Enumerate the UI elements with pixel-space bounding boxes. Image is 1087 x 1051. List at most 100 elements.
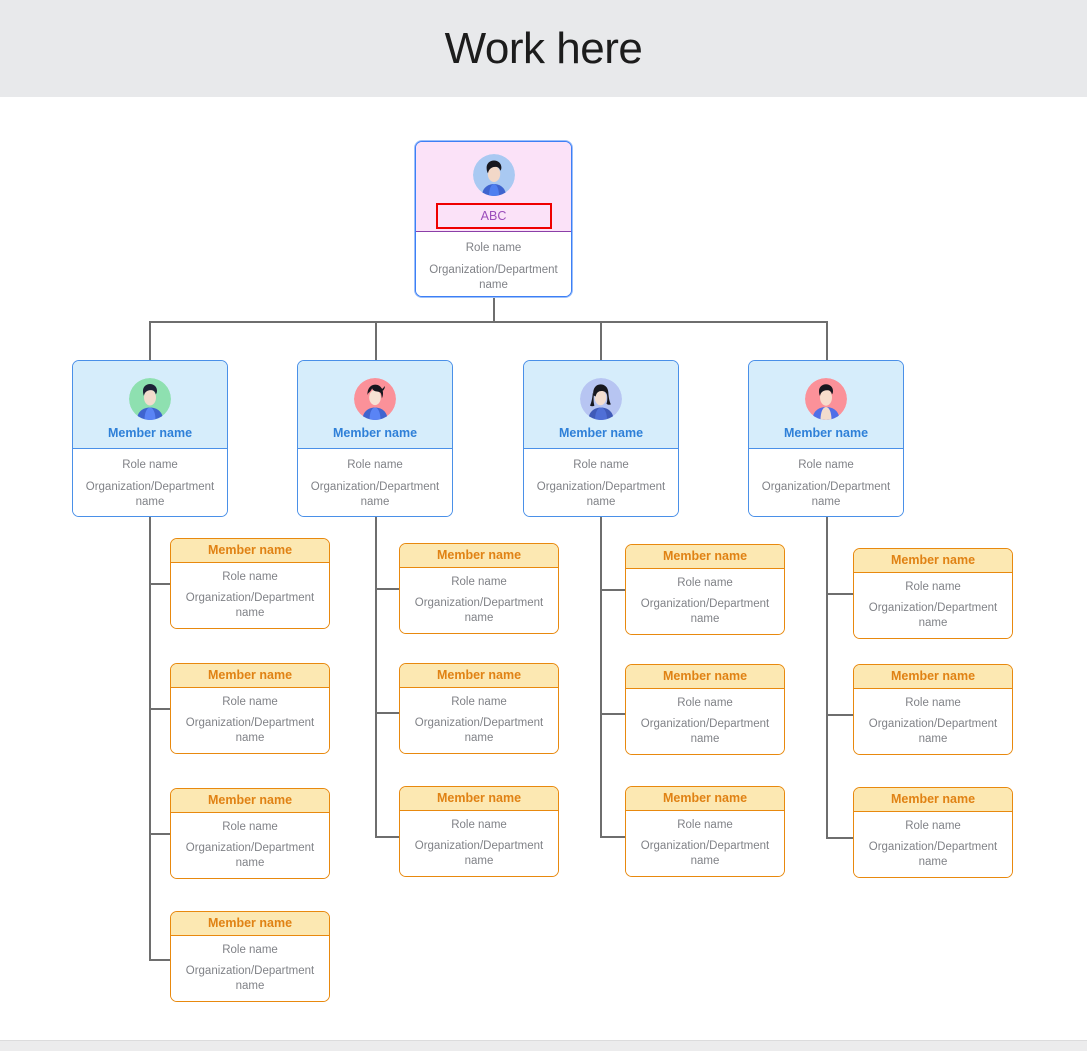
- leaf-node-name: Member name: [207, 916, 293, 930]
- root-name-selection-box[interactable]: ABC: [435, 203, 552, 229]
- leaf-node-header: Member name: [400, 787, 558, 811]
- footer-bar: [0, 1040, 1087, 1051]
- level2-node-org: Organization/Department name: [536, 480, 666, 509]
- leaf-node-header: Member name: [626, 545, 784, 569]
- leaf-node-org: Organization/Department name: [414, 596, 544, 625]
- level2-node-body: Role name Organization/Department name: [524, 449, 678, 516]
- leaf-node-header: Member name: [400, 664, 558, 688]
- leaf-node-body: Role name Organization/Department name: [854, 573, 1012, 638]
- root-node-header: ABC: [416, 142, 571, 232]
- person-avatar-icon: [472, 154, 515, 196]
- org-node-level2-1[interactable]: Member name Role name Organization/Depar…: [72, 360, 228, 517]
- org-node-leaf-col1-1[interactable]: Member name Role name Organization/Depar…: [170, 538, 330, 629]
- person-avatar-icon: [354, 378, 396, 420]
- leaf-node-org: Organization/Department name: [868, 840, 998, 869]
- org-node-root[interactable]: ABC Role name Organization/Department na…: [415, 141, 572, 297]
- org-node-level2-3[interactable]: Member name Role name Organization/Depar…: [523, 360, 679, 517]
- level2-node-name: Member name: [558, 426, 644, 440]
- org-node-leaf-col3-3[interactable]: Member name Role name Organization/Depar…: [625, 786, 785, 877]
- leaf-node-org: Organization/Department name: [640, 717, 770, 746]
- leaf-node-org: Organization/Department name: [185, 964, 315, 993]
- org-chart-canvas[interactable]: ABC Role name Organization/Department na…: [0, 97, 1087, 1040]
- leaf-node-role: Role name: [222, 696, 278, 708]
- leaf-node-body: Role name Organization/Department name: [400, 811, 558, 876]
- leaf-node-role: Role name: [905, 581, 961, 593]
- leaf-node-role: Role name: [677, 577, 733, 589]
- org-node-leaf-col2-2[interactable]: Member name Role name Organization/Depar…: [399, 663, 559, 754]
- leaf-node-name: Member name: [436, 791, 522, 805]
- connector-stub-col2-3: [375, 836, 402, 838]
- leaf-node-org: Organization/Department name: [185, 841, 315, 870]
- leaf-node-name: Member name: [890, 553, 976, 567]
- leaf-node-header: Member name: [171, 789, 329, 813]
- leaf-node-role: Role name: [222, 571, 278, 583]
- org-node-leaf-col3-1[interactable]: Member name Role name Organization/Depar…: [625, 544, 785, 635]
- org-node-leaf-col2-1[interactable]: Member name Role name Organization/Depar…: [399, 543, 559, 634]
- leaf-node-org: Organization/Department name: [868, 717, 998, 746]
- connector-stub-col2-1: [375, 588, 402, 590]
- level2-node-header: Member name: [749, 361, 903, 449]
- org-node-leaf-col1-3[interactable]: Member name Role name Organization/Depar…: [170, 788, 330, 879]
- leaf-node-header: Member name: [854, 665, 1012, 689]
- level2-node-role: Role name: [347, 459, 403, 471]
- leaf-node-role: Role name: [677, 697, 733, 709]
- root-node-org: Organization/Department name: [429, 263, 558, 292]
- leaf-node-name: Member name: [207, 668, 293, 682]
- connector-level2-bus: [149, 321, 827, 323]
- leaf-node-header: Member name: [626, 665, 784, 689]
- level2-node-role: Role name: [122, 459, 178, 471]
- leaf-node-name: Member name: [436, 668, 522, 682]
- level2-node-body: Role name Organization/Department name: [298, 449, 452, 516]
- leaf-node-body: Role name Organization/Department name: [400, 568, 558, 633]
- org-node-leaf-col4-3[interactable]: Member name Role name Organization/Depar…: [853, 787, 1013, 878]
- leaf-node-name: Member name: [890, 792, 976, 806]
- leaf-node-header: Member name: [626, 787, 784, 811]
- leaf-node-body: Role name Organization/Department name: [626, 569, 784, 634]
- person-avatar-icon: [129, 378, 171, 420]
- person-avatar-icon: [805, 378, 847, 420]
- leaf-node-name: Member name: [662, 549, 748, 563]
- leaf-node-body: Role name Organization/Department name: [854, 812, 1012, 877]
- level2-node-org: Organization/Department name: [85, 480, 215, 509]
- leaf-node-name: Member name: [436, 548, 522, 562]
- leaf-node-header: Member name: [171, 539, 329, 563]
- connector-root-stem: [493, 297, 495, 322]
- leaf-node-body: Role name Organization/Department name: [854, 689, 1012, 754]
- leaf-node-role: Role name: [905, 820, 961, 832]
- org-node-leaf-col4-2[interactable]: Member name Role name Organization/Depar…: [853, 664, 1013, 755]
- leaf-node-body: Role name Organization/Department name: [171, 936, 329, 1001]
- leaf-node-name: Member name: [890, 669, 976, 683]
- leaf-node-header: Member name: [171, 664, 329, 688]
- leaf-node-header: Member name: [854, 549, 1012, 573]
- org-node-leaf-col4-1[interactable]: Member name Role name Organization/Depar…: [853, 548, 1013, 639]
- org-node-leaf-col2-3[interactable]: Member name Role name Organization/Depar…: [399, 786, 559, 877]
- app-header-bar: Work here: [0, 0, 1087, 97]
- org-node-leaf-col3-2[interactable]: Member name Role name Organization/Depar…: [625, 664, 785, 755]
- connector-stub-col2-2: [375, 712, 402, 714]
- level2-node-name: Member name: [332, 426, 418, 440]
- leaf-node-role: Role name: [677, 819, 733, 831]
- connector-drop-lv2-4: [826, 321, 828, 360]
- org-node-leaf-col1-2[interactable]: Member name Role name Organization/Depar…: [170, 663, 330, 754]
- level2-node-body: Role name Organization/Department name: [73, 449, 227, 516]
- leaf-node-name: Member name: [207, 793, 293, 807]
- level2-node-role: Role name: [573, 459, 629, 471]
- leaf-node-org: Organization/Department name: [640, 839, 770, 868]
- level2-node-header: Member name: [73, 361, 227, 449]
- level2-node-org: Organization/Department name: [310, 480, 440, 509]
- leaf-node-role: Role name: [222, 821, 278, 833]
- org-node-level2-4[interactable]: Member name Role name Organization/Depar…: [748, 360, 904, 517]
- page-title: Work here: [444, 23, 643, 73]
- connector-stub-col3-2: [600, 713, 627, 715]
- level2-node-org: Organization/Department name: [761, 480, 891, 509]
- connector-stub-col4-1: [826, 593, 853, 595]
- org-node-leaf-col1-4[interactable]: Member name Role name Organization/Depar…: [170, 911, 330, 1002]
- leaf-node-body: Role name Organization/Department name: [626, 689, 784, 754]
- leaf-node-body: Role name Organization/Department name: [171, 563, 329, 628]
- root-node-role: Role name: [465, 242, 522, 254]
- connector-stub-col3-1: [600, 589, 627, 591]
- leaf-node-role: Role name: [222, 944, 278, 956]
- leaf-node-body: Role name Organization/Department name: [171, 813, 329, 878]
- level2-node-header: Member name: [524, 361, 678, 449]
- org-node-level2-2[interactable]: Member name Role name Organization/Depar…: [297, 360, 453, 517]
